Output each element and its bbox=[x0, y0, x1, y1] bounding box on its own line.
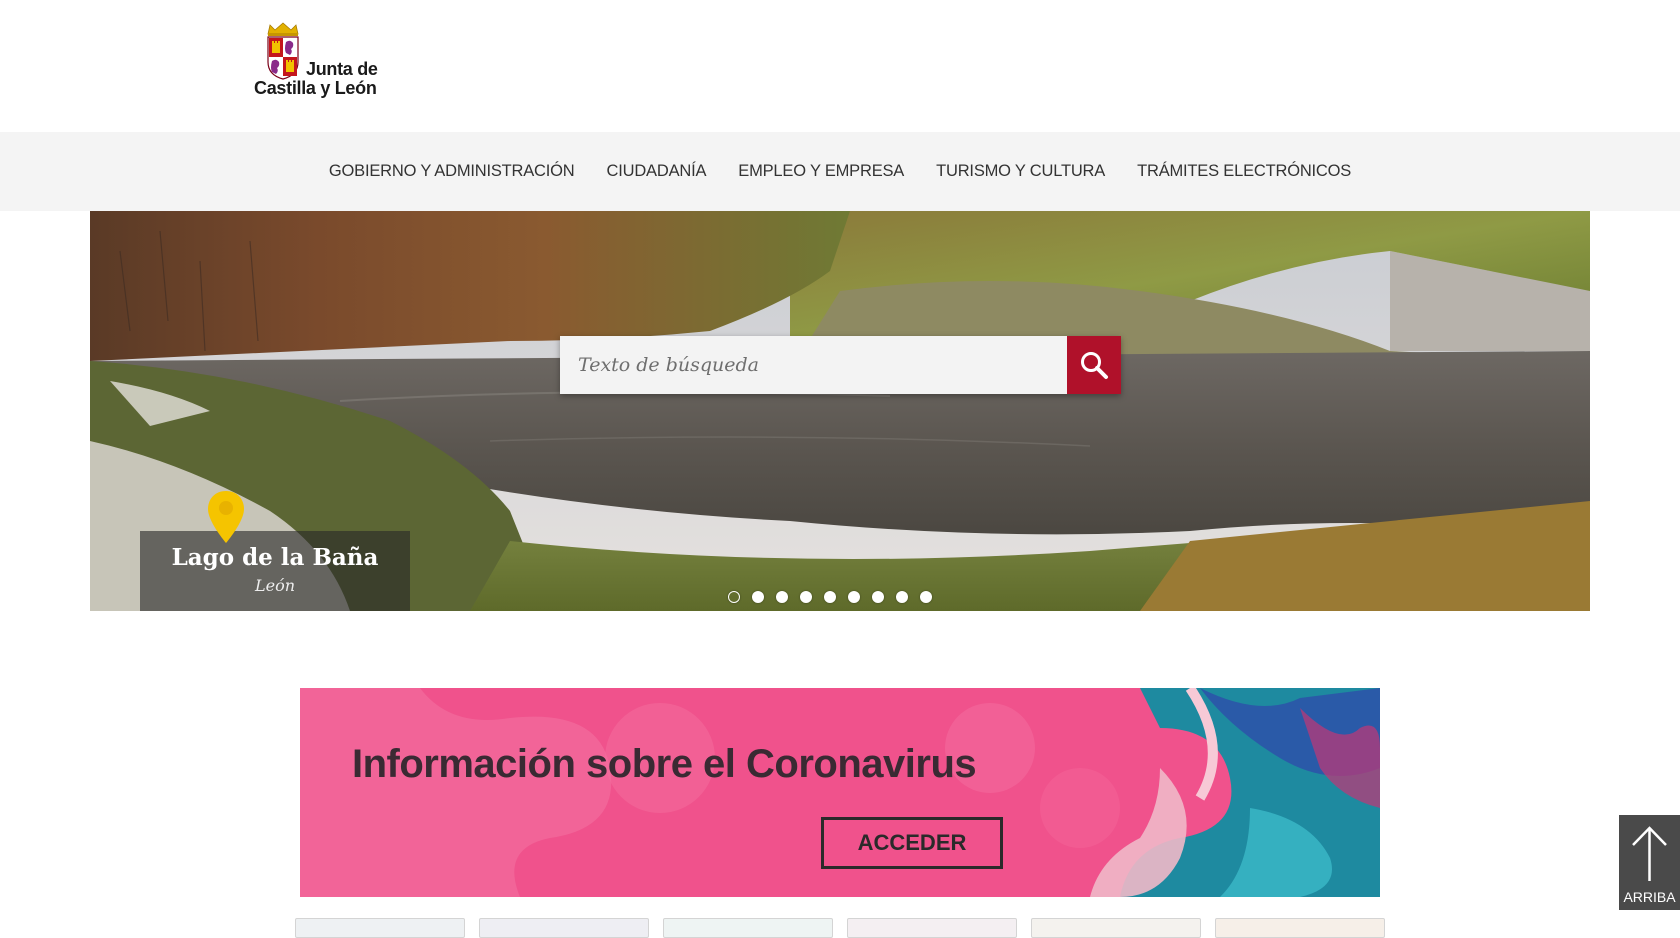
quick-link-card[interactable] bbox=[479, 918, 649, 938]
nav-item-gobierno[interactable]: GOBIERNO Y ADMINISTRACIÓN bbox=[313, 162, 591, 181]
slider-dot-9[interactable] bbox=[920, 591, 932, 603]
nav-item-ciudadania[interactable]: CIUDADANÍA bbox=[591, 162, 723, 181]
slider-dot-2[interactable] bbox=[752, 591, 764, 603]
slide-caption-subtitle: León bbox=[254, 576, 296, 595]
slider-dot-7[interactable] bbox=[872, 591, 884, 603]
back-to-top-label: ARRIBA bbox=[1623, 889, 1676, 905]
logo-line-2: Castilla y León bbox=[254, 78, 377, 98]
quick-link-card[interactable] bbox=[1215, 918, 1385, 938]
nav-item-turismo[interactable]: TURISMO Y CULTURA bbox=[920, 162, 1121, 181]
slider-dot-3[interactable] bbox=[776, 591, 788, 603]
access-button[interactable]: ACCEDER bbox=[821, 817, 1003, 869]
slider-dot-6[interactable] bbox=[848, 591, 860, 603]
quick-link-card[interactable] bbox=[295, 918, 465, 938]
logo-wordmark: Junta de Castilla y León bbox=[254, 60, 378, 98]
quick-link-card[interactable] bbox=[1031, 918, 1201, 938]
slide-caption-title: Lago de la Baña bbox=[171, 544, 379, 571]
location-pin-icon bbox=[208, 491, 244, 543]
nav-item-empleo[interactable]: EMPLEO Y EMPRESA bbox=[722, 162, 920, 181]
search-bar bbox=[560, 336, 1121, 394]
slider-pagination bbox=[728, 591, 932, 603]
main-nav: GOBIERNO Y ADMINISTRACIÓN CIUDADANÍA EMP… bbox=[0, 132, 1680, 211]
logo-line-1: Junta de bbox=[306, 59, 378, 79]
arrow-up-icon bbox=[1632, 826, 1667, 881]
site-header: Junta de Castilla y León bbox=[0, 0, 1680, 132]
search-button[interactable] bbox=[1067, 336, 1121, 394]
banner-title: Información sobre el Coronavirus bbox=[352, 742, 977, 786]
slider-dot-8[interactable] bbox=[896, 591, 908, 603]
slider-dot-4[interactable] bbox=[800, 591, 812, 603]
junta-logo[interactable]: Junta de Castilla y León bbox=[254, 22, 394, 102]
slide-caption[interactable]: Lago de la Baña León bbox=[140, 531, 410, 611]
quick-link-card[interactable] bbox=[847, 918, 1017, 938]
magnifier-icon bbox=[1081, 352, 1108, 379]
hero-slider: Lago de la Baña León bbox=[90, 211, 1590, 611]
back-to-top-button[interactable]: ARRIBA bbox=[1619, 815, 1680, 910]
quick-links-row bbox=[295, 918, 1385, 938]
search-input[interactable] bbox=[560, 336, 1067, 394]
nav-item-tramites[interactable]: TRÁMITES ELECTRÓNICOS bbox=[1121, 162, 1367, 181]
slider-dot-1[interactable] bbox=[728, 591, 740, 603]
slider-dot-5[interactable] bbox=[824, 591, 836, 603]
quick-link-card[interactable] bbox=[663, 918, 833, 938]
coronavirus-banner[interactable]: Información sobre el Coronavirus ACCEDER bbox=[300, 688, 1380, 897]
